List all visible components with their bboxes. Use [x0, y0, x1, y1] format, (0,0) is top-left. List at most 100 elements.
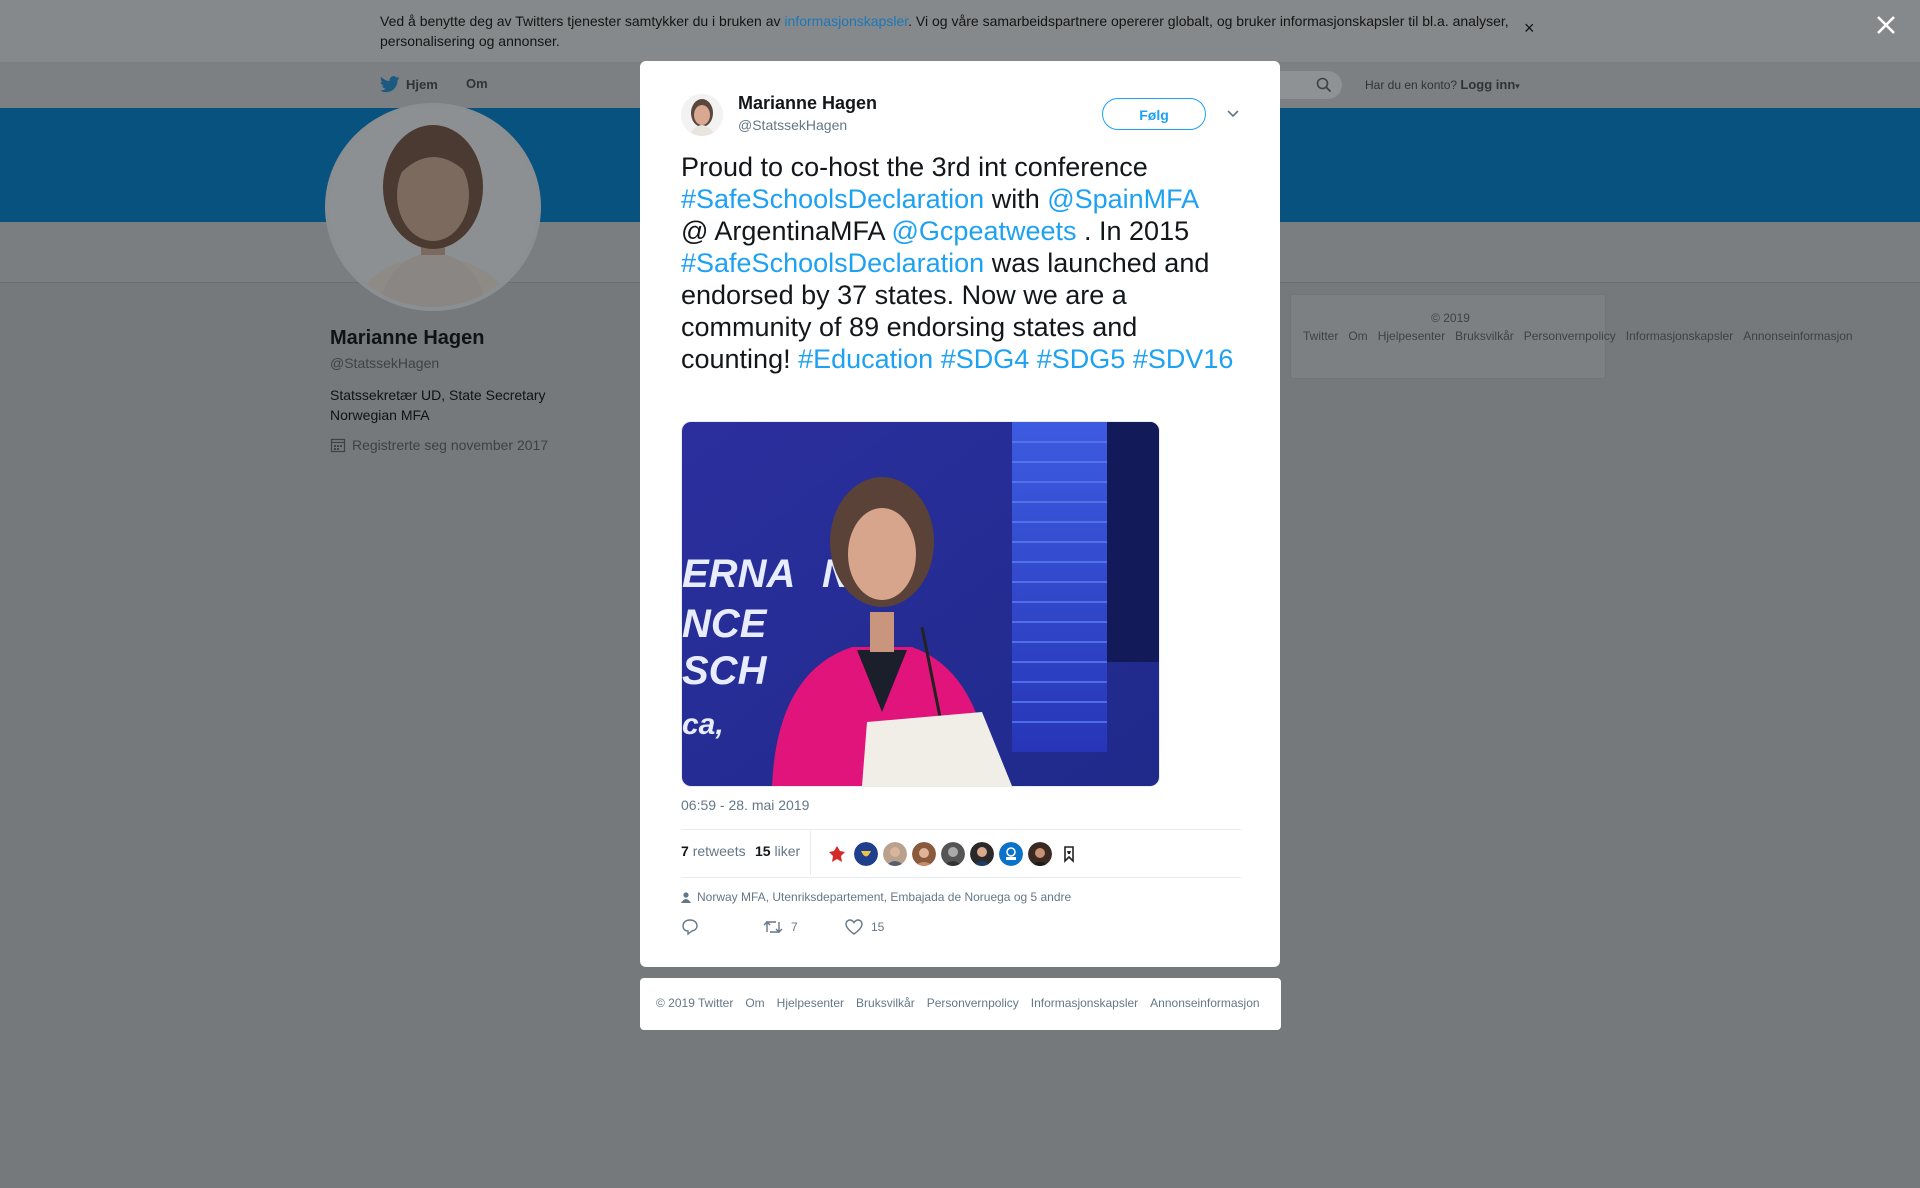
- liked-by-text[interactable]: Norway MFA, Utenriksdepartement, Embajad…: [697, 890, 1071, 904]
- footer-link-ads[interactable]: Annonseinformasjon: [1150, 996, 1259, 1010]
- hashtag-link[interactable]: #SDV16: [1133, 344, 1234, 374]
- tweet-text: Proud to co-host the 3rd int conference …: [681, 151, 1251, 375]
- profile-handle[interactable]: @StatssekHagen: [330, 355, 439, 371]
- nav-about-link[interactable]: Om: [466, 76, 488, 91]
- retweet-button[interactable]: 7: [763, 919, 845, 935]
- footer-link-terms[interactable]: Bruksvilkår: [856, 996, 915, 1010]
- liker-avatar[interactable]: [1057, 842, 1081, 866]
- profile-photo: [329, 107, 537, 307]
- close-modal-button[interactable]: [1875, 14, 1897, 36]
- like-button[interactable]: 15: [845, 919, 927, 935]
- footer-link-about[interactable]: Om: [745, 996, 764, 1010]
- divider: [681, 877, 1241, 878]
- profile-joined: Registrerte seg november 2017: [330, 437, 548, 453]
- nav-home-link[interactable]: Hjem: [380, 76, 438, 93]
- tweet-author-avatar[interactable]: [681, 94, 723, 136]
- tweet-timestamp[interactable]: 06:59 - 28. mai 2019: [681, 797, 809, 813]
- liker-avatar[interactable]: [912, 842, 936, 866]
- chevron-down-icon: [1227, 110, 1239, 118]
- svg-text:SCH: SCH: [682, 649, 768, 693]
- liker-avatar[interactable]: [854, 842, 878, 866]
- footer-link-privacy[interactable]: Personvernpolicy: [927, 996, 1019, 1010]
- side-footer-link-ads[interactable]: Annonseinformasjon: [1743, 329, 1852, 343]
- likes-count: 15: [755, 843, 771, 859]
- search-icon: [1316, 77, 1332, 93]
- person-photo: [912, 842, 936, 866]
- side-footer-link-help[interactable]: Hjelpesenter: [1378, 329, 1445, 343]
- liker-avatar[interactable]: [970, 842, 994, 866]
- likes-stat[interactable]: 15 liker: [755, 843, 800, 859]
- retweets-label: retweets: [692, 843, 746, 859]
- side-footer-links: © 2019 Twitter Om Hjelpesenter Bruksvilkår P…: [1303, 309, 1853, 345]
- tweet-text-part: Proud to co-host the 3rd int conference: [681, 152, 1148, 182]
- likes-label: liker: [774, 843, 801, 859]
- follow-button[interactable]: Følg: [1102, 98, 1206, 130]
- liker-avatar[interactable]: [825, 842, 849, 866]
- cookie-info-link[interactable]: informasjonskapsler: [784, 13, 908, 29]
- nav-home-label: Hjem: [406, 77, 438, 92]
- profile-avatar[interactable]: [325, 103, 541, 311]
- liker-avatar[interactable]: [941, 842, 965, 866]
- blue-emblem-icon: [854, 842, 878, 866]
- side-footer-link-cookies[interactable]: Informasjonskapsler: [1626, 329, 1733, 343]
- retweets-count: 7: [681, 843, 689, 859]
- tweet-text-part: . In 2015: [1076, 216, 1190, 246]
- liker-avatar[interactable]: [1028, 842, 1052, 866]
- account-question: Har du en konto?: [1365, 78, 1458, 92]
- close-icon: [1877, 16, 1895, 34]
- divider: [681, 829, 1241, 830]
- liker-avatar[interactable]: [999, 842, 1023, 866]
- heart-icon: [845, 919, 863, 935]
- divider: [810, 831, 811, 875]
- profile-bio: Statssekretær UD, State Secretary Norweg…: [330, 387, 546, 423]
- profile-name[interactable]: Marianne Hagen: [330, 327, 484, 350]
- side-footer-link-about[interactable]: Om: [1348, 329, 1367, 343]
- tweet-author-handle[interactable]: @StatssekHagen: [738, 117, 847, 133]
- hashtag-link[interactable]: #SafeSchoolsDeclaration: [681, 248, 984, 278]
- tweet-author-name[interactable]: Marianne Hagen: [738, 93, 877, 114]
- mention-link[interactable]: @SpainMFA: [1047, 184, 1199, 214]
- person-photo: [1028, 842, 1052, 866]
- tweet-media-photo[interactable]: ERNA NAL NCE SCH ca,: [681, 421, 1160, 787]
- cookie-close-button[interactable]: ×: [1524, 18, 1535, 39]
- reply-button[interactable]: [681, 918, 763, 936]
- mention-link[interactable]: @Gcpeatweets: [892, 216, 1077, 246]
- svg-text:ca,: ca,: [682, 708, 724, 741]
- retweet-icon: [763, 921, 783, 933]
- side-footer: © 2019 Twitter Om Hjelpesenter Bruksvilkår P…: [1290, 294, 1853, 379]
- tweet-more-menu[interactable]: [1224, 106, 1242, 122]
- side-footer-link-terms[interactable]: Bruksvilkår: [1455, 329, 1514, 343]
- svg-text:NCE: NCE: [682, 602, 768, 646]
- conference-photo: ERNA NAL NCE SCH ca,: [682, 422, 1159, 786]
- liker-avatar[interactable]: [883, 842, 907, 866]
- red-emblem-icon: [825, 842, 849, 866]
- tweet-actions: 7 15: [681, 918, 927, 936]
- side-footer-link-privacy[interactable]: Personvernpolicy: [1524, 329, 1616, 343]
- footer-link-cookies[interactable]: Informasjonskapsler: [1031, 996, 1138, 1010]
- tweet-text-part: @ ArgentinaMFA: [681, 216, 892, 246]
- cookie-consent-text: Ved å benytte deg av Twitters tjenester …: [380, 11, 1520, 51]
- footer-link-help[interactable]: Hjelpesenter: [777, 996, 844, 1010]
- retweet-count: 7: [791, 920, 798, 934]
- reply-icon: [682, 919, 698, 936]
- like-count: 15: [871, 920, 885, 934]
- person-photo: [970, 842, 994, 866]
- hashtag-link[interactable]: #SafeSchoolsDeclaration: [681, 184, 984, 214]
- cookie-consent-bar: Ved å benytte deg av Twitters tjenester …: [0, 0, 1920, 62]
- hashtag-link[interactable]: #Education: [798, 344, 933, 374]
- calendar-icon: [330, 438, 346, 453]
- retweets-stat[interactable]: 7 retweets: [681, 843, 746, 859]
- login-area: Har du en konto? Logg inn▾: [1365, 77, 1520, 92]
- hashtag-link[interactable]: #SDG5: [1037, 344, 1126, 374]
- cookie-text-before: Ved å benytte deg av Twitters tjenester …: [380, 13, 785, 29]
- footer-copyright: © 2019 Twitter: [656, 996, 734, 1010]
- person-photo: [941, 842, 965, 866]
- modal-footer-links: © 2019 Twitter Om Hjelpesenter Bruksvilk…: [656, 996, 1260, 1010]
- hashtag-link[interactable]: #SDG4: [941, 344, 1030, 374]
- liked-by-context: Norway MFA, Utenriksdepartement, Embajad…: [681, 890, 1071, 904]
- profile-joined-text: Registrerte seg november 2017: [352, 437, 549, 453]
- plan-logo-icon: [999, 842, 1023, 866]
- login-link[interactable]: Logg inn: [1460, 77, 1515, 92]
- person-photo: [883, 842, 907, 866]
- svg-text:ERNA: ERNA: [682, 552, 795, 596]
